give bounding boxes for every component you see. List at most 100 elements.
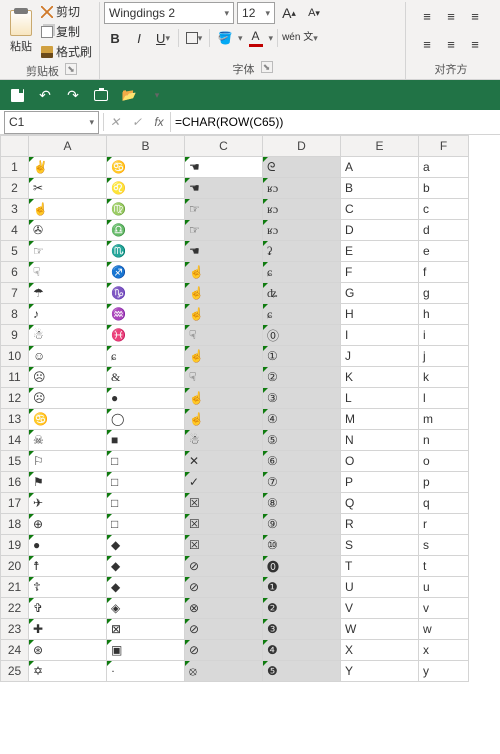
- cell-D25[interactable]: ❺: [263, 661, 341, 682]
- cell-B7[interactable]: ♑: [107, 283, 185, 304]
- cell-F3[interactable]: c: [419, 199, 469, 220]
- cell-C3[interactable]: ☞: [185, 199, 263, 220]
- cell-F10[interactable]: j: [419, 346, 469, 367]
- bold-button[interactable]: B: [104, 28, 126, 48]
- cell-C17[interactable]: ☒: [185, 493, 263, 514]
- cell-A20[interactable]: ☨: [29, 556, 107, 577]
- spreadsheet-grid[interactable]: ABCDEF1✌♋☚ᘓAa2✂♌☚ʁɔBb3☝♍☞ʁɔCc4✇♎☞ʁɔDd5☞♏…: [0, 135, 500, 682]
- cell-E11[interactable]: K: [341, 367, 419, 388]
- row-header-15[interactable]: 15: [1, 451, 29, 472]
- cell-E12[interactable]: L: [341, 388, 419, 409]
- cell-D16[interactable]: ⑦: [263, 472, 341, 493]
- cell-E20[interactable]: T: [341, 556, 419, 577]
- cell-B5[interactable]: ♏: [107, 241, 185, 262]
- cell-A25[interactable]: ✡: [29, 661, 107, 682]
- cell-D15[interactable]: ⑥: [263, 451, 341, 472]
- cell-D3[interactable]: ʁɔ: [263, 199, 341, 220]
- font-name-select[interactable]: Wingdings 2 ▾: [104, 2, 234, 24]
- cell-E16[interactable]: P: [341, 472, 419, 493]
- cell-D10[interactable]: ①: [263, 346, 341, 367]
- cell-A24[interactable]: ⊛: [29, 640, 107, 661]
- cell-F11[interactable]: k: [419, 367, 469, 388]
- row-header-14[interactable]: 14: [1, 430, 29, 451]
- col-header-F[interactable]: F: [419, 136, 469, 157]
- cell-A1[interactable]: ✌: [29, 157, 107, 178]
- cell-E5[interactable]: E: [341, 241, 419, 262]
- row-header-4[interactable]: 4: [1, 220, 29, 241]
- cell-C10[interactable]: ☝: [185, 346, 263, 367]
- cell-C22[interactable]: ⊗: [185, 598, 263, 619]
- cell-C23[interactable]: ⊘: [185, 619, 263, 640]
- row-header-19[interactable]: 19: [1, 535, 29, 556]
- row-header-21[interactable]: 21: [1, 577, 29, 598]
- cell-B10[interactable]: ɕ: [107, 346, 185, 367]
- grow-font-button[interactable]: A▴: [278, 3, 300, 23]
- shrink-font-button[interactable]: A▾: [303, 3, 325, 23]
- cell-B16[interactable]: □: [107, 472, 185, 493]
- cell-D6[interactable]: ɕ: [263, 262, 341, 283]
- cell-F12[interactable]: l: [419, 388, 469, 409]
- cell-C18[interactable]: ☒: [185, 514, 263, 535]
- col-header-D[interactable]: D: [263, 136, 341, 157]
- cell-E4[interactable]: D: [341, 220, 419, 241]
- cell-C7[interactable]: ☝: [185, 283, 263, 304]
- cell-B11[interactable]: &: [107, 367, 185, 388]
- cell-F24[interactable]: x: [419, 640, 469, 661]
- cell-A17[interactable]: ✈: [29, 493, 107, 514]
- row-header-11[interactable]: 11: [1, 367, 29, 388]
- cell-F21[interactable]: u: [419, 577, 469, 598]
- cell-F6[interactable]: f: [419, 262, 469, 283]
- cell-A18[interactable]: ⊕: [29, 514, 107, 535]
- cell-B3[interactable]: ♍: [107, 199, 185, 220]
- cell-C13[interactable]: ☝: [185, 409, 263, 430]
- cell-F16[interactable]: p: [419, 472, 469, 493]
- cell-A15[interactable]: ⚐: [29, 451, 107, 472]
- cell-F25[interactable]: y: [419, 661, 469, 682]
- cell-B21[interactable]: ◆: [107, 577, 185, 598]
- format-painter-button[interactable]: 格式刷: [38, 42, 95, 61]
- row-header-16[interactable]: 16: [1, 472, 29, 493]
- align-right-button[interactable]: ≡: [464, 34, 486, 54]
- cell-D13[interactable]: ④: [263, 409, 341, 430]
- cell-E3[interactable]: C: [341, 199, 419, 220]
- row-header-20[interactable]: 20: [1, 556, 29, 577]
- cell-F8[interactable]: h: [419, 304, 469, 325]
- align-middle-button[interactable]: ≡: [440, 6, 462, 26]
- enter-formula-button[interactable]: ✓: [126, 115, 148, 129]
- cell-C14[interactable]: ☃: [185, 430, 263, 451]
- cell-A22[interactable]: ✞: [29, 598, 107, 619]
- cell-A10[interactable]: ☺: [29, 346, 107, 367]
- cell-C2[interactable]: ☚: [185, 178, 263, 199]
- cell-C1[interactable]: ☚: [185, 157, 263, 178]
- cell-A6[interactable]: ☟: [29, 262, 107, 283]
- row-header-6[interactable]: 6: [1, 262, 29, 283]
- cell-C4[interactable]: ☞: [185, 220, 263, 241]
- cell-B20[interactable]: ◆: [107, 556, 185, 577]
- cell-F23[interactable]: w: [419, 619, 469, 640]
- col-header-C[interactable]: C: [185, 136, 263, 157]
- cell-F4[interactable]: d: [419, 220, 469, 241]
- cell-D1[interactable]: ᘓ: [263, 157, 341, 178]
- cell-B14[interactable]: ■: [107, 430, 185, 451]
- cell-F9[interactable]: i: [419, 325, 469, 346]
- border-button[interactable]: ▾: [183, 28, 205, 48]
- cell-A5[interactable]: ☞: [29, 241, 107, 262]
- cell-E8[interactable]: H: [341, 304, 419, 325]
- cell-B18[interactable]: □: [107, 514, 185, 535]
- select-all-corner[interactable]: [1, 136, 29, 157]
- font-size-select[interactable]: 12 ▾: [237, 2, 275, 24]
- cell-A13[interactable]: ♋: [29, 409, 107, 430]
- cell-F2[interactable]: b: [419, 178, 469, 199]
- cell-F19[interactable]: s: [419, 535, 469, 556]
- fx-button[interactable]: fx: [148, 115, 170, 129]
- italic-button[interactable]: I: [128, 28, 150, 48]
- cell-F22[interactable]: v: [419, 598, 469, 619]
- formula-input[interactable]: [170, 112, 500, 132]
- cut-button[interactable]: 剪切: [38, 2, 95, 21]
- cell-B23[interactable]: ⊠: [107, 619, 185, 640]
- redo-button[interactable]: ↷: [64, 86, 82, 104]
- cell-C24[interactable]: ⊘: [185, 640, 263, 661]
- cell-D19[interactable]: ⑩: [263, 535, 341, 556]
- underline-button[interactable]: U▾: [152, 28, 174, 48]
- row-header-5[interactable]: 5: [1, 241, 29, 262]
